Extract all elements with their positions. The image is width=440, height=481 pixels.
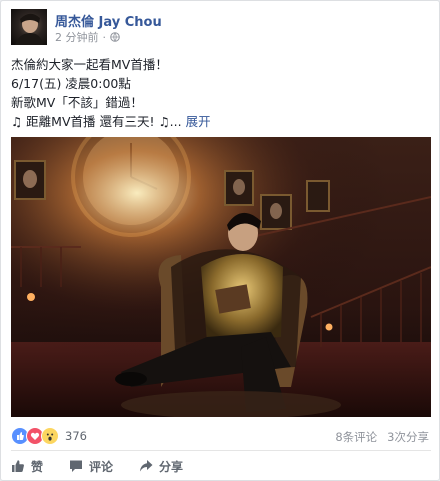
comment-count[interactable]: 8条评论	[335, 429, 377, 445]
post-photo[interactable]	[11, 137, 431, 417]
thumbs-up-icon	[12, 460, 24, 472]
comment-button-label: 评论	[89, 459, 114, 474]
author-name[interactable]: 周杰倫 Jay Chou	[55, 11, 162, 30]
like-button-label: 赞	[31, 459, 44, 474]
avatar[interactable]	[11, 9, 47, 45]
share-arrow-icon	[140, 460, 153, 472]
see-more-link[interactable]: 展开	[186, 114, 211, 129]
post-line: 杰倫約大家一起看MV首播！	[11, 57, 168, 72]
share-button-label: 分享	[159, 459, 184, 474]
post-text: 杰倫約大家一起看MV首播！ 6/17(五) 凌晨0:00點 新歌MV「不該」錯過…	[11, 55, 431, 131]
comment-icon	[70, 460, 83, 472]
like-button[interactable]: 赞	[11, 458, 43, 475]
photo-jay-chou-reading-in-clock-room-icon	[11, 137, 431, 417]
wow-reaction-icon	[41, 427, 59, 445]
share-count[interactable]: 3次分享	[387, 429, 429, 445]
post-card: 周杰倫 Jay Chou 2 分钟前 · 杰倫約大家一起看MV首播！ 6/17(…	[0, 0, 440, 481]
reactions-summary[interactable]: 376	[11, 427, 87, 445]
post-time[interactable]: 2 分钟前	[55, 29, 99, 45]
comment-button[interactable]: 评论	[69, 458, 113, 475]
globe-icon	[110, 32, 120, 42]
post-line-text: ♫ 距離MV首播 還有三天! ♫...	[11, 114, 182, 129]
action-bar: 赞 评论 分享	[11, 456, 209, 476]
post-meta: 2 分钟前 ·	[55, 29, 120, 45]
post-line: 新歌MV「不該」錯過！	[11, 95, 143, 110]
post-line: 6/17(五) 凌晨0:00點	[11, 76, 131, 91]
divider	[11, 450, 431, 451]
share-button[interactable]: 分享	[139, 458, 183, 475]
post-stats: 8条评论 3次分享	[335, 429, 429, 445]
post-line: ♫ 距離MV首播 還有三天! ♫... 展开	[11, 112, 431, 131]
reaction-count[interactable]: 376	[65, 429, 87, 443]
